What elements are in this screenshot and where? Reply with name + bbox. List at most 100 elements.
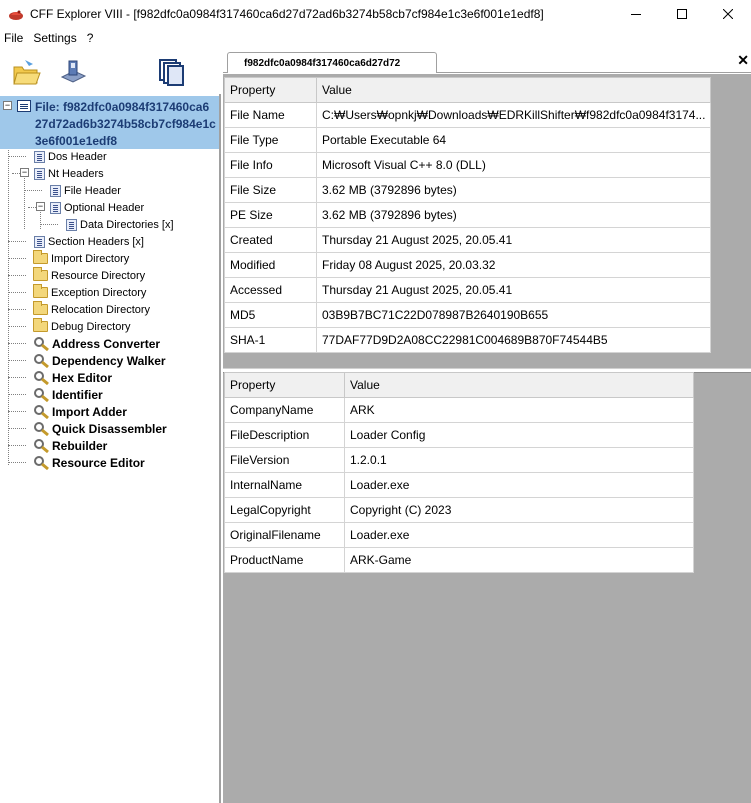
tree-item-rebuilder[interactable]: Rebuilder — [33, 437, 107, 454]
tree-item-resource-editor[interactable]: Resource Editor — [33, 454, 145, 471]
collapse-icon[interactable]: − — [20, 168, 29, 177]
property-cell: LegalCopyright — [224, 497, 345, 523]
tree-item-dependency-walker[interactable]: Dependency Walker — [33, 352, 166, 369]
value-cell: Portable Executable 64 — [315, 127, 712, 153]
minimize-button[interactable] — [613, 0, 659, 28]
tree-item-address-converter[interactable]: Address Converter — [33, 335, 160, 352]
column-header-value[interactable]: Value — [315, 77, 712, 103]
table-row[interactable]: MD5 03B9B7BC71C22D078987B2640190B655 — [224, 302, 712, 328]
table-row[interactable]: InternalName Loader.exe — [224, 472, 694, 498]
property-cell: File Type — [224, 127, 317, 153]
tree-item-file-header[interactable]: File Header — [50, 182, 121, 199]
value-cell: Microsoft Visual C++ 8.0 (DLL) — [315, 152, 712, 178]
column-header-property[interactable]: Property — [224, 372, 345, 398]
tree-item-label: File Header — [64, 184, 121, 197]
maximize-button[interactable] — [659, 0, 705, 28]
tree-item-quick-disassembler[interactable]: Quick Disassembler — [33, 420, 167, 437]
table-row[interactable]: File Size 3.62 MB (3792896 bytes) — [224, 177, 712, 203]
tree-item-label: Address Converter — [52, 336, 161, 351]
table-row[interactable]: File Name C:₩Users₩opnkj₩Downloads₩EDRKil… — [224, 102, 712, 128]
minimize-icon — [631, 14, 641, 15]
tree-item-label: Debug Directory — [51, 320, 131, 333]
tree-item-label: Exception Directory — [51, 286, 147, 299]
close-button[interactable] — [705, 0, 751, 28]
value-cell: ARK — [344, 397, 694, 423]
app-icon — [8, 6, 24, 22]
tree-item-data-directories[interactable]: Data Directories [x] — [66, 216, 174, 233]
table-row[interactable]: OriginalFilename Loader.exe — [224, 522, 694, 548]
tab-file[interactable]: f982dfc0a0984f317460ca6d27d72 — [227, 52, 437, 73]
tree-item-resource-directory[interactable]: Resource Directory — [33, 267, 145, 284]
tree-item-nt-headers[interactable]: Nt Headers — [34, 165, 104, 182]
tree-item-label: Optional Header — [64, 201, 145, 214]
tool-icon — [33, 370, 49, 386]
table-row[interactable]: File Info Microsoft Visual C++ 8.0 (DLL) — [224, 152, 712, 178]
tool-icon — [33, 438, 49, 454]
tree-root-line-2: 27d72ad6b3274b58cb7cf984e1c — [35, 117, 216, 131]
property-cell: OriginalFilename — [224, 522, 345, 548]
table-row[interactable]: PE Size 3.62 MB (3792896 bytes) — [224, 202, 712, 228]
table-row[interactable]: FileVersion 1.2.0.1 — [224, 447, 694, 473]
value-cell: Thursday 21 August 2025, 20.05.41 — [315, 227, 712, 253]
property-cell: CompanyName — [224, 397, 345, 423]
collapse-icon[interactable]: − — [3, 101, 12, 110]
tree-view[interactable]: − File: f982dfc0a0984f317460ca6 27d72ad6… — [0, 94, 221, 803]
tree-item-identifier[interactable]: Identifier — [33, 386, 103, 403]
table-row[interactable]: FileDescription Loader Config — [224, 422, 694, 448]
save-file-button[interactable] — [57, 56, 89, 88]
value-cell: 3.62 MB (3792896 bytes) — [315, 177, 712, 203]
tree-item-exception-directory[interactable]: Exception Directory — [33, 284, 146, 301]
tree-item-debug-directory[interactable]: Debug Directory — [33, 318, 130, 335]
tab-strip: f982dfc0a0984f317460ca6d27d72 ✕ — [223, 50, 751, 73]
table-row[interactable]: ProductName ARK-Game — [224, 547, 694, 573]
column-header-value[interactable]: Value — [344, 372, 694, 398]
column-header-property[interactable]: Property — [224, 77, 317, 103]
windows-button[interactable] — [155, 56, 187, 88]
close-tab-icon[interactable]: ✕ — [737, 52, 749, 69]
doc-icon — [66, 218, 77, 231]
tree-item-hex-editor[interactable]: Hex Editor — [33, 369, 112, 386]
property-cell: File Name — [224, 102, 317, 128]
table-header-row: Property Value — [224, 77, 712, 103]
tree-item-label: Relocation Directory — [51, 303, 151, 316]
maximize-icon — [677, 9, 687, 19]
tree-item-dos-header[interactable]: Dos Header — [34, 148, 107, 165]
value-cell: 03B9B7BC71C22D078987B2640190B655 — [315, 302, 712, 328]
tree-item-relocation-directory[interactable]: Relocation Directory — [33, 301, 150, 318]
value-cell: Friday 08 August 2025, 20.03.32 — [315, 252, 712, 278]
tree-root-file[interactable]: − File: f982dfc0a0984f317460ca6 27d72ad6… — [0, 96, 219, 149]
value-cell: 1.2.0.1 — [344, 447, 694, 473]
value-cell: Loader.exe — [344, 472, 694, 498]
file-properties-pane: Property Value File Name C:₩Users₩opnkj₩D… — [223, 74, 751, 368]
table-row[interactable]: Created Thursday 21 August 2025, 20.05.41 — [224, 227, 712, 253]
property-cell: SHA-1 — [224, 327, 317, 353]
doc-icon — [34, 167, 45, 180]
table-row[interactable]: LegalCopyright Copyright (C) 2023 — [224, 497, 694, 523]
version-properties-table: Property Value CompanyName ARK FileDescri… — [224, 372, 694, 573]
tree-item-import-directory[interactable]: Import Directory — [33, 250, 129, 267]
tree-item-label: Dos Header — [48, 150, 107, 163]
menu-file[interactable]: File — [0, 31, 28, 45]
value-cell: 3.62 MB (3792896 bytes) — [315, 202, 712, 228]
tree-item-import-adder[interactable]: Import Adder — [33, 403, 127, 420]
open-file-button[interactable] — [10, 56, 42, 88]
table-row[interactable]: CompanyName ARK — [224, 397, 694, 423]
table-row[interactable]: Accessed Thursday 21 August 2025, 20.05.4… — [224, 277, 712, 303]
table-row[interactable]: Modified Friday 08 August 2025, 20.03.32 — [224, 252, 712, 278]
menu-settings[interactable]: Settings — [28, 31, 81, 45]
doc-icon — [50, 201, 61, 214]
tree-item-label: Section Headers [x] — [48, 235, 144, 248]
doc-icon — [50, 184, 61, 197]
property-cell: File Size — [224, 177, 317, 203]
menu-help[interactable]: ? — [82, 31, 99, 45]
tool-icon — [33, 336, 49, 352]
tool-icon — [33, 353, 49, 369]
doc-icon — [34, 235, 45, 248]
tree-item-section-headers[interactable]: Section Headers [x] — [34, 233, 144, 250]
tree-item-optional-header[interactable]: Optional Header — [50, 199, 144, 216]
table-row[interactable]: SHA-1 77DAF77D9D2A08CC22981C004689B870F74… — [224, 327, 712, 353]
collapse-icon[interactable]: − — [36, 202, 45, 211]
table-row[interactable]: File Type Portable Executable 64 — [224, 127, 712, 153]
property-cell: MD5 — [224, 302, 317, 328]
tool-icon — [33, 404, 49, 420]
